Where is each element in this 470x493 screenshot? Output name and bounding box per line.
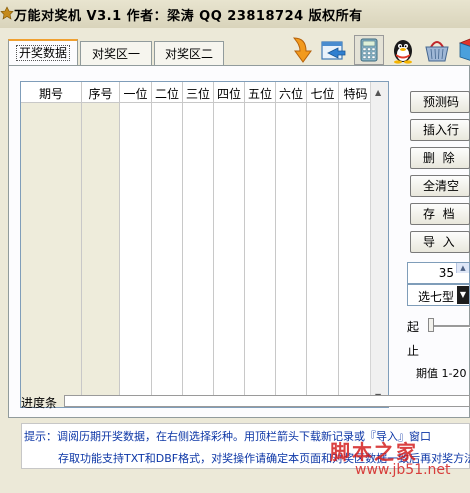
column-divider [182,82,183,407]
spinner-up-icon[interactable]: ▲ [456,263,469,273]
progress-label: 进度条 [21,396,58,410]
column-header[interactable]: 七位 [307,85,338,102]
range-slider-thumb[interactable] [428,318,434,332]
scroll-up-arrow-icon[interactable]: ▲ [375,88,381,97]
download-arrow-icon [292,37,312,63]
grid-header: 期号 序号 一位 二位 三位 四位 五位 六位 七位 特码 [21,82,388,103]
column-header[interactable]: 特码 [339,85,372,102]
column-divider [81,82,82,407]
column-header[interactable]: 二位 [152,85,182,102]
grid-column-shade [82,102,119,407]
spinner-value: 35 [438,266,454,280]
start-label: 起 [407,320,420,334]
column-divider [338,82,339,407]
select-value: 选七型 [418,290,455,304]
column-divider [306,82,307,407]
title-bar: 万能对奖机 V3.1 作者：梁涛 QQ 23818724 版权所有 [0,0,470,28]
count-spinner[interactable]: 35 ▲ [407,262,470,284]
watermark-url: www.jb51.net [355,462,451,478]
column-divider [151,82,152,407]
column-divider [244,82,245,407]
tab-label: 对奖区二 [164,47,213,61]
column-divider [275,82,276,407]
qq-button[interactable] [388,35,418,65]
tab-check-area-1[interactable]: 对奖区一 [80,41,152,65]
tab-label: 开奖数据 [15,45,70,61]
draw-data-grid[interactable]: 期号 序号 一位 二位 三位 四位 五位 六位 七位 特码 ▲ ▼ [20,81,389,408]
calculator-button[interactable] [354,35,384,65]
column-divider [119,82,120,407]
column-header[interactable]: 期号 [21,85,81,102]
tab-label: 对奖区一 [91,47,140,61]
star-icon [0,6,14,20]
clear-all-button[interactable]: 全清空 [410,175,470,197]
range-slider-track[interactable] [428,325,470,328]
calculator-icon [360,38,378,62]
tab-check-area-2[interactable]: 对奖区二 [154,41,224,65]
column-header[interactable]: 序号 [82,85,119,102]
grid-vertical-scrollbar[interactable]: ▲ ▼ [370,82,388,407]
column-header[interactable]: 三位 [183,85,213,102]
export-button[interactable] [318,35,348,65]
import-button[interactable]: 导 入 [410,231,470,253]
grid-column-shade [21,102,81,407]
basket-icon [425,41,449,62]
save-button[interactable]: 存 档 [410,203,470,225]
end-label: 止 [407,344,420,358]
export-icon [321,41,346,60]
insert-row-button[interactable]: 插入行 [410,119,470,141]
qq-penguin-icon [394,40,412,64]
column-header[interactable]: 四位 [214,85,244,102]
download-button[interactable] [284,35,314,65]
basket-button[interactable] [422,35,452,65]
type-select[interactable]: 选七型 ▼ [407,284,470,306]
watermark-text: 脚本之家 [330,440,418,464]
column-header[interactable]: 一位 [120,85,151,102]
progress-bar [64,395,470,407]
dropdown-arrow-icon[interactable]: ▼ [457,286,469,304]
column-header[interactable]: 五位 [245,85,275,102]
window-title: 万能对奖机 V3.1 作者：梁涛 QQ 23818724 版权所有 [14,9,363,24]
column-divider [213,82,214,407]
delete-button[interactable]: 删 除 [410,147,470,169]
period-range-text: 期值 1-20 [416,367,467,380]
predict-button[interactable]: 预测码 [410,91,470,113]
help-book-button[interactable] [456,35,470,65]
column-header[interactable]: 六位 [276,85,306,102]
tab-draw-data[interactable]: 开奖数据 [8,39,78,67]
book-icon [458,38,470,61]
